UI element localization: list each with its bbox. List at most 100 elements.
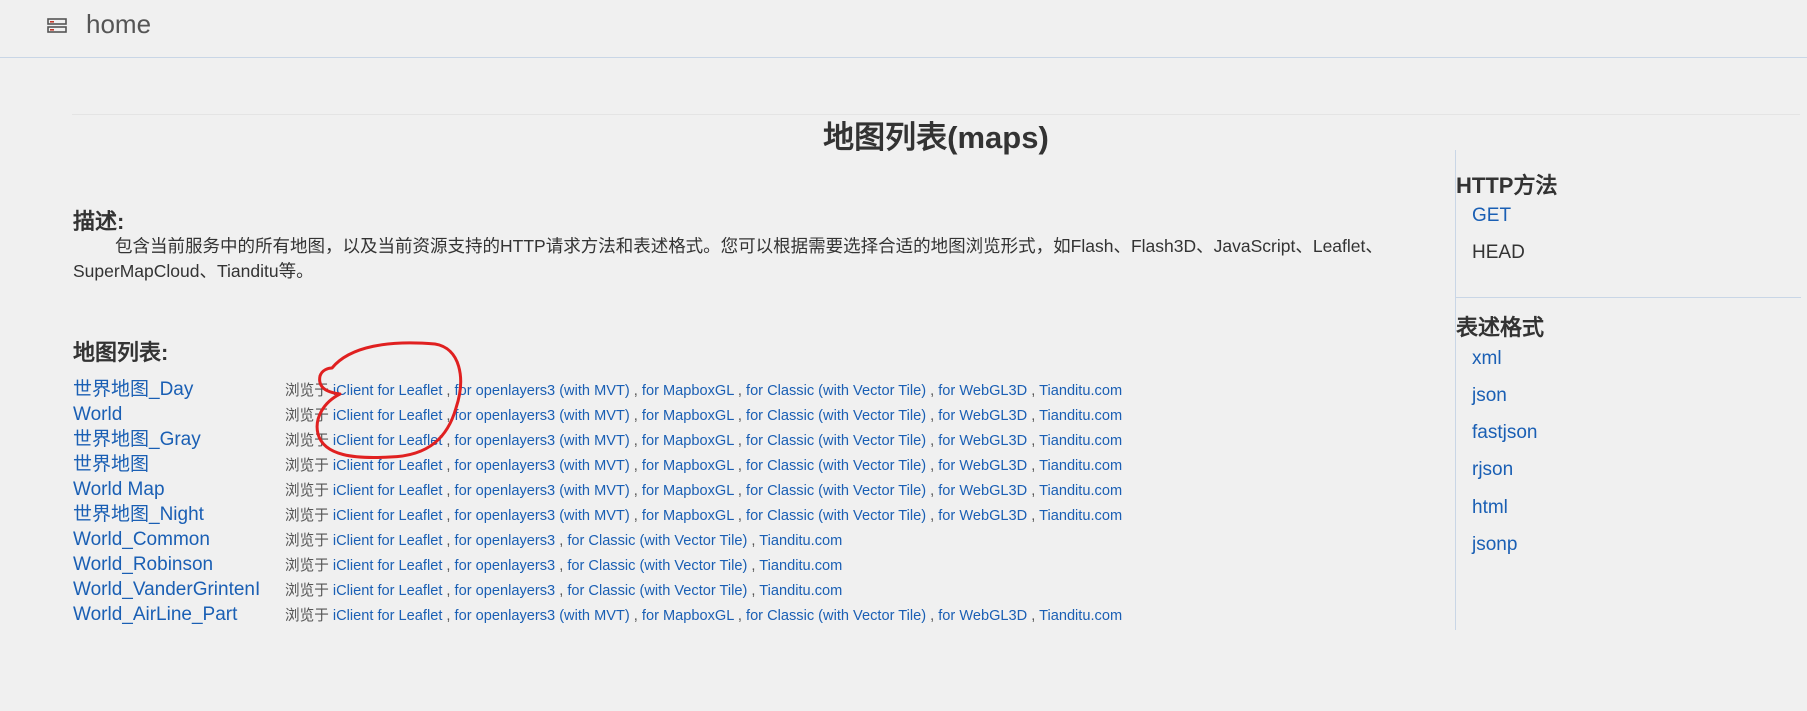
viewer-link[interactable]: for openlayers3 (with MVT) xyxy=(455,433,630,449)
viewer-link[interactable]: for Classic (with Vector Tile) xyxy=(746,383,926,399)
link-separator: , xyxy=(555,558,568,574)
viewer-link[interactable]: for WebGL3D xyxy=(938,408,1027,424)
format-xml[interactable]: xml xyxy=(1472,347,1502,371)
viewer-link[interactable]: for Classic (with Vector Tile) xyxy=(746,408,926,424)
viewer-link[interactable]: for Classic (with Vector Tile) xyxy=(746,483,926,499)
http-method-get[interactable]: GET xyxy=(1472,204,1511,228)
viewer-link[interactable]: for openlayers3 xyxy=(455,558,556,574)
viewer-link[interactable]: iClient for Leaflet xyxy=(333,558,443,574)
map-name-link[interactable]: World Map xyxy=(73,477,165,502)
viewer-link[interactable]: for WebGL3D xyxy=(938,483,1027,499)
viewer-link[interactable]: for Classic (with Vector Tile) xyxy=(746,508,926,524)
map-viewer-links: 浏览于 iClient for Leaflet , for openlayers… xyxy=(285,505,1122,527)
map-list-heading: 地图列表: xyxy=(73,340,169,365)
viewer-link[interactable]: Tianditu.com xyxy=(1039,608,1122,624)
viewer-link[interactable]: for WebGL3D xyxy=(938,458,1027,474)
viewer-link[interactable]: Tianditu.com xyxy=(1039,408,1122,424)
map-list-row: World 浏览于 iClient for Leaflet , for openl… xyxy=(73,402,1223,427)
map-list-row: World Map 浏览于 iClient for Leaflet , for o… xyxy=(73,477,1223,502)
map-list-row: World_Robinson 浏览于 iClient for Leaflet , … xyxy=(73,552,1223,577)
map-name-link[interactable]: World_Common xyxy=(73,527,210,552)
map-viewer-links: 浏览于 iClient for Leaflet , for openlayers… xyxy=(285,480,1122,502)
map-name-link[interactable]: World xyxy=(73,402,122,427)
viewer-link[interactable]: for WebGL3D xyxy=(938,383,1027,399)
viewer-link[interactable]: Tianditu.com xyxy=(759,533,842,549)
viewer-link[interactable]: for openlayers3 xyxy=(455,583,556,599)
link-separator: , xyxy=(733,383,747,399)
link-separator: , xyxy=(926,608,939,624)
viewer-link[interactable]: for openlayers3 (with MVT) xyxy=(455,408,630,424)
viewer-link[interactable]: iClient for Leaflet xyxy=(333,608,443,624)
viewer-link[interactable]: for MapboxGL xyxy=(642,458,734,474)
viewer-link[interactable]: Tianditu.com xyxy=(1039,483,1122,499)
link-separator: , xyxy=(629,383,642,399)
link-separator: , xyxy=(733,433,747,449)
map-name-link[interactable]: World_Robinson xyxy=(73,552,213,577)
map-name-link[interactable]: 世界地图_Night xyxy=(73,502,204,527)
red-annotation-circle xyxy=(315,341,463,459)
viewer-link[interactable]: iClient for Leaflet xyxy=(333,583,443,599)
viewer-link[interactable]: for Classic (with Vector Tile) xyxy=(567,533,747,549)
format-rjson[interactable]: rjson xyxy=(1472,458,1513,482)
viewer-link[interactable]: for Classic (with Vector Tile) xyxy=(567,583,747,599)
viewer-link[interactable]: for MapboxGL xyxy=(642,608,734,624)
viewer-link[interactable]: iClient for Leaflet xyxy=(333,483,443,499)
map-list-row: World_VanderGrintenI 浏览于 iClient for Leaf… xyxy=(73,577,1223,602)
viewer-link[interactable]: Tianditu.com xyxy=(1039,433,1122,449)
viewer-link[interactable]: for Classic (with Vector Tile) xyxy=(746,608,926,624)
link-separator: , xyxy=(747,533,760,549)
viewer-link[interactable]: for MapboxGL xyxy=(642,408,734,424)
format-json[interactable]: json xyxy=(1472,384,1507,408)
link-separator: , xyxy=(733,458,747,474)
viewer-link[interactable]: for WebGL3D xyxy=(938,433,1027,449)
map-name-link[interactable]: 世界地图_Gray xyxy=(73,427,201,452)
formats-heading: 表述格式 xyxy=(1456,315,1545,340)
viewer-link[interactable]: for MapboxGL xyxy=(642,383,734,399)
viewer-link[interactable]: Tianditu.com xyxy=(759,558,842,574)
browse-prefix-label: 浏览于 xyxy=(285,558,329,574)
viewer-link[interactable]: for MapboxGL xyxy=(642,433,734,449)
map-list-row: 世界地图_Night 浏览于 iClient for Leaflet , for … xyxy=(73,502,1223,527)
viewer-link[interactable]: for openlayers3 (with MVT) xyxy=(455,483,630,499)
link-separator: , xyxy=(926,408,939,424)
map-name-link[interactable]: World_VanderGrintenI xyxy=(73,577,260,602)
viewer-link[interactable]: Tianditu.com xyxy=(1039,508,1122,524)
viewer-link[interactable]: for Classic (with Vector Tile) xyxy=(746,458,926,474)
description-text: 包含当前服务中的所有地图，以及当前资源支持的HTTP请求方法和表述格式。您可以根… xyxy=(73,236,1383,281)
viewer-link[interactable]: for MapboxGL xyxy=(642,483,734,499)
viewer-link[interactable]: Tianditu.com xyxy=(759,583,842,599)
format-html[interactable]: html xyxy=(1472,496,1508,520)
viewer-link[interactable]: for WebGL3D xyxy=(938,608,1027,624)
viewer-link[interactable]: for MapboxGL xyxy=(642,508,734,524)
browse-prefix-label: 浏览于 xyxy=(285,608,329,624)
viewer-link[interactable]: for openlayers3 (with MVT) xyxy=(455,383,630,399)
link-separator: , xyxy=(1027,408,1040,424)
viewer-link[interactable]: for WebGL3D xyxy=(938,508,1027,524)
viewer-link[interactable]: for Classic (with Vector Tile) xyxy=(746,433,926,449)
map-name-link[interactable]: World_AirLine_Part xyxy=(73,602,237,627)
link-separator: , xyxy=(442,608,455,624)
viewer-link[interactable]: iClient for Leaflet xyxy=(333,533,443,549)
browse-prefix-label: 浏览于 xyxy=(285,483,329,499)
description-heading: 描述: xyxy=(73,209,125,234)
viewer-link[interactable]: Tianditu.com xyxy=(1039,383,1122,399)
map-name-link[interactable]: 世界地图_Day xyxy=(73,377,193,402)
viewer-link[interactable]: iClient for Leaflet xyxy=(333,508,443,524)
format-jsonp[interactable]: jsonp xyxy=(1472,533,1517,557)
map-name-link[interactable]: 世界地图 xyxy=(73,452,149,477)
viewer-link[interactable]: for openlayers3 (with MVT) xyxy=(455,458,630,474)
map-list-row: 世界地图_Gray 浏览于 iClient for Leaflet , for o… xyxy=(73,427,1223,452)
menu-icon[interactable] xyxy=(47,18,67,34)
home-link[interactable]: home xyxy=(86,9,151,40)
viewer-link[interactable]: for openlayers3 (with MVT) xyxy=(455,508,630,524)
link-separator: , xyxy=(629,458,642,474)
browse-prefix-label: 浏览于 xyxy=(285,583,329,599)
viewer-link[interactable]: for Classic (with Vector Tile) xyxy=(567,558,747,574)
format-fastjson[interactable]: fastjson xyxy=(1472,421,1537,445)
sidebar-divider xyxy=(1456,297,1801,298)
http-method-head: HEAD xyxy=(1472,242,1525,263)
viewer-link[interactable]: for openlayers3 xyxy=(455,533,556,549)
link-separator: , xyxy=(555,583,568,599)
viewer-link[interactable]: for openlayers3 (with MVT) xyxy=(455,608,630,624)
viewer-link[interactable]: Tianditu.com xyxy=(1039,458,1122,474)
